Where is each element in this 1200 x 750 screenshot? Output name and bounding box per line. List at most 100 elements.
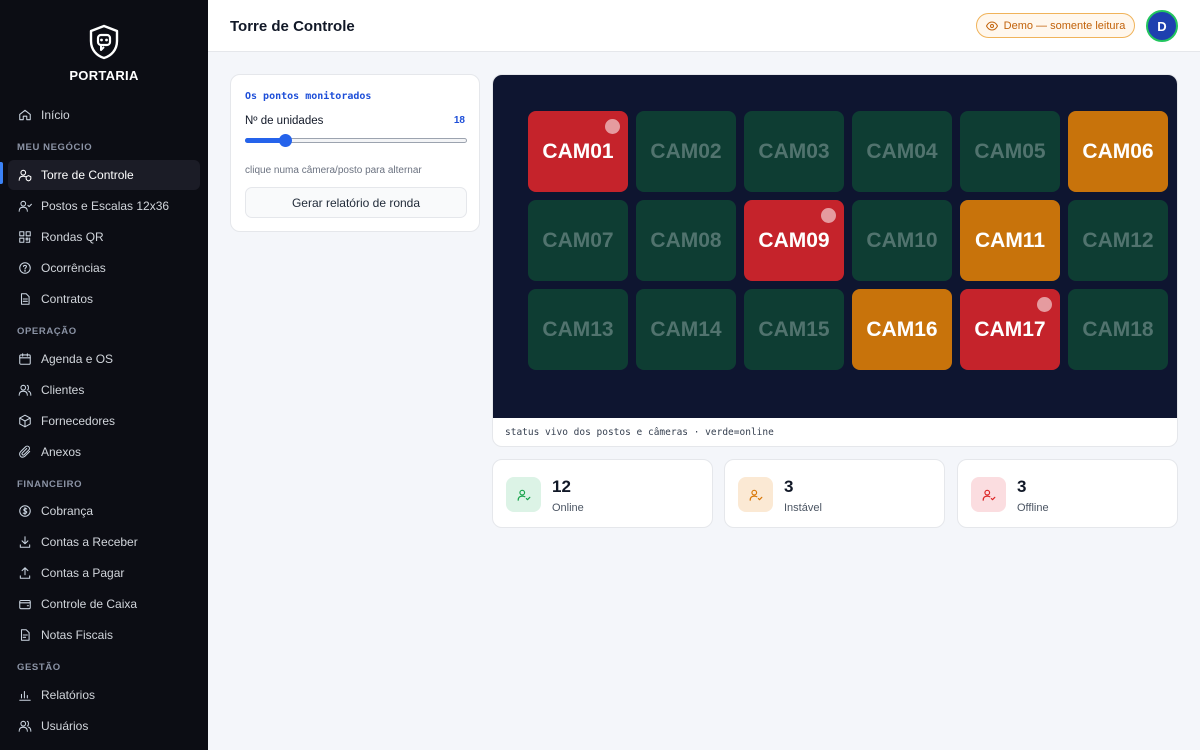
camera-tile-cam02[interactable]: CAM02 <box>636 111 736 192</box>
camera-label: CAM03 <box>758 139 830 163</box>
sidebar-item-notas-fiscais[interactable]: Notas Fiscais <box>8 620 200 650</box>
sidebar-item-ocorrencias[interactable]: Ocorrências <box>8 253 200 283</box>
stat-label: Online <box>552 502 584 514</box>
section-title: MEU NEGÓCIO <box>17 142 93 153</box>
sidebar-item-fornecedores[interactable]: Fornecedores <box>8 406 200 436</box>
bar-chart-icon <box>18 688 32 702</box>
camera-tile-cam15[interactable]: CAM15 <box>744 289 844 370</box>
avatar[interactable]: D <box>1146 10 1178 42</box>
camera-tile-cam13[interactable]: CAM13 <box>528 289 628 370</box>
top-header: Torre de Controle Demo — somente leitura… <box>208 0 1200 52</box>
stat-card-instavel: 3 Instável <box>724 459 945 528</box>
section-title: OPERAÇÃO <box>17 326 77 337</box>
user-shield-icon <box>18 168 32 182</box>
sidebar-item-label: Cobrança <box>41 504 94 518</box>
units-value: 18 <box>453 115 465 126</box>
camera-label: CAM11 <box>974 228 1046 252</box>
camera-label: CAM14 <box>650 317 722 341</box>
alert-dot-icon <box>605 119 620 134</box>
camera-tile-cam04[interactable]: CAM04 <box>852 111 952 192</box>
receipt-icon <box>18 628 32 642</box>
camera-tile-cam03[interactable]: CAM03 <box>744 111 844 192</box>
camera-tile-cam09[interactable]: CAM09 <box>744 200 844 281</box>
sidebar-item-contas-pagar[interactable]: Contas a Pagar <box>8 558 200 588</box>
user-status-icon <box>971 477 1006 512</box>
users-icon <box>18 199 32 213</box>
sidebar-item-label: Rondas QR <box>41 230 104 244</box>
stat-value: 3 <box>1017 477 1027 496</box>
camera-label: CAM17 <box>974 317 1046 341</box>
camera-label: CAM13 <box>542 317 614 341</box>
sidebar-item-contas-receber[interactable]: Contas a Receber <box>8 527 200 557</box>
active-indicator <box>0 162 3 184</box>
camera-tile-cam10[interactable]: CAM10 <box>852 200 952 281</box>
sidebar-item-label: Ocorrências <box>41 261 106 275</box>
sidebar-item-label: Início <box>41 108 70 122</box>
shield-icon <box>89 24 119 60</box>
camera-tile-cam16[interactable]: CAM16 <box>852 289 952 370</box>
sidebar-item-label: Usuários <box>41 719 89 733</box>
wallet-icon <box>18 597 32 611</box>
sidebar-item-cobranca[interactable]: Cobrança <box>8 496 200 526</box>
stat-card-offline: 3 Offline <box>957 459 1178 528</box>
sidebar-item-rondas-qr[interactable]: Rondas QR <box>8 222 200 252</box>
sidebar-item-postos-escalas[interactable]: Postos e Escalas 12x36 <box>8 191 200 221</box>
sidebar-item-label: Fornecedores <box>41 414 116 428</box>
camera-tile-cam05[interactable]: CAM05 <box>960 111 1060 192</box>
stat-label: Instável <box>784 502 822 514</box>
brand: PORTARIA <box>0 0 208 94</box>
sidebar-item-clientes[interactable]: Clientes <box>8 375 200 405</box>
download-icon <box>18 535 32 549</box>
generate-report-button[interactable]: Gerar relatório de ronda <box>245 187 467 218</box>
camera-tile-cam11[interactable]: CAM11 <box>960 200 1060 281</box>
sidebar-item-label: Notas Fiscais <box>41 628 114 642</box>
camera-label: CAM04 <box>866 139 938 163</box>
alert-dot-icon <box>821 208 836 223</box>
help-circle-icon <box>18 261 32 275</box>
sidebar-item-label: Contratos <box>41 292 94 306</box>
camera-label: CAM10 <box>866 228 938 252</box>
stat-value: 12 <box>552 477 571 496</box>
slider-thumb[interactable] <box>278 134 292 147</box>
camera-tile-cam18[interactable]: CAM18 <box>1068 289 1168 370</box>
sidebar-item-agenda-os[interactable]: Agenda e OS <box>8 344 200 374</box>
home-icon <box>18 108 32 122</box>
sidebar-item-relatorios[interactable]: Relatórios <box>8 680 200 710</box>
sidebar-item-torre-de-controle[interactable]: Torre de Controle <box>8 160 200 190</box>
units-slider[interactable] <box>245 134 467 147</box>
brand-name: PORTARIA <box>69 68 139 83</box>
sidebar-item-anexos[interactable]: Anexos <box>8 437 200 467</box>
units-label: Nº de unidades <box>245 115 324 127</box>
camera-label: CAM09 <box>758 228 830 252</box>
people-icon <box>18 383 32 397</box>
sidebar-item-usuarios[interactable]: Usuários <box>8 711 200 741</box>
sidebar-item-label: Relatórios <box>41 688 96 702</box>
camera-tile-cam06[interactable]: CAM06 <box>1068 111 1168 192</box>
sidebar-item-label: Anexos <box>41 445 82 459</box>
upload-icon <box>18 566 32 580</box>
sidebar-item-contratos[interactable]: Contratos <box>8 284 200 314</box>
toggle-hint: clique numa câmera/posto para alternar <box>245 165 422 176</box>
section-title: FINANCEIRO <box>17 479 83 490</box>
stat-value: 3 <box>784 477 794 496</box>
camera-label: CAM12 <box>1082 228 1154 252</box>
camera-tile-cam17[interactable]: CAM17 <box>960 289 1060 370</box>
camera-grid: CAM01 CAM02 CAM03 CAM04 CAM05 CAM06 CAM07 CAM08… <box>493 75 1177 418</box>
camera-label: CAM02 <box>650 139 722 163</box>
camera-tile-cam01[interactable]: CAM01 <box>528 111 628 192</box>
page-title: Torre de Controle <box>230 18 355 35</box>
user-status-icon <box>506 477 541 512</box>
panel-title: Os pontos monitorados <box>245 91 372 102</box>
camera-tile-cam08[interactable]: CAM08 <box>636 200 736 281</box>
section-title: GESTÃO <box>17 662 61 673</box>
document-icon <box>18 292 32 306</box>
camera-label: CAM16 <box>866 317 938 341</box>
sidebar-item-controle-caixa[interactable]: Controle de Caixa <box>8 589 200 619</box>
sidebar: PORTARIA Início MEU NEGÓCIO Torre de Con… <box>0 0 208 750</box>
camera-tile-cam14[interactable]: CAM14 <box>636 289 736 370</box>
sidebar-item-label: Contas a Pagar <box>41 566 125 580</box>
sidebar-item-inicio[interactable]: Início <box>8 100 200 130</box>
camera-tile-cam12[interactable]: CAM12 <box>1068 200 1168 281</box>
package-icon <box>18 414 32 428</box>
camera-tile-cam07[interactable]: CAM07 <box>528 200 628 281</box>
